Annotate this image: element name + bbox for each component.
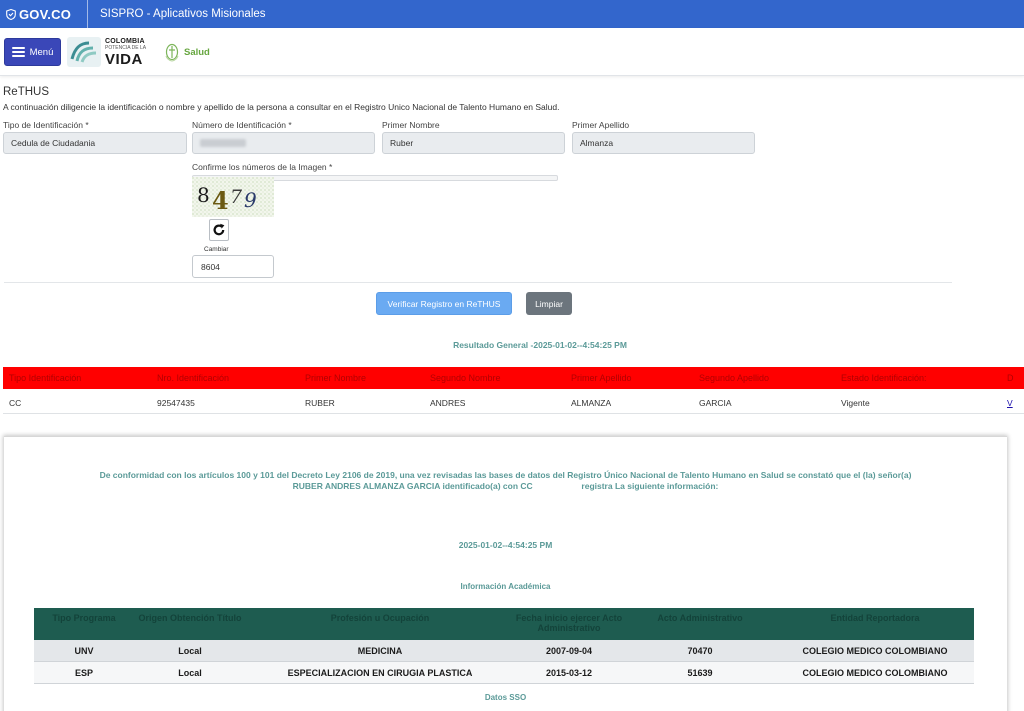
certificate-line-2: RUBER ANDRES ALMANZA GARCIA identificado… — [4, 481, 1007, 492]
primer-nombre-label: Primer Nombre — [382, 120, 440, 130]
cell-primer-nombre: RUBER — [305, 398, 335, 408]
colombia-potencia-logo: COLOMBIA POTENCIA DE LA VIDA — [67, 36, 157, 68]
colombia-logo-mark-icon — [67, 37, 101, 67]
header-detalle: D — [1007, 373, 1014, 383]
cambiar-label[interactable]: Cambiar — [204, 246, 229, 253]
salud-crest-icon — [165, 43, 179, 62]
result-table-header: Tipo Identificación Nro. Identificación … — [3, 367, 1024, 389]
redacted-number — [200, 139, 246, 147]
cell-acto: 70470 — [687, 646, 713, 656]
cell-entidad: COLEGIO MEDICO COLOMBIANO — [802, 668, 948, 678]
header-primer-nombre: Primer Nombre — [305, 373, 367, 383]
header-tipo-programa: Tipo Programa — [52, 613, 116, 623]
header-nro-identificacion: Nro. Identificación — [157, 373, 230, 383]
certificate-line-2a: RUBER ANDRES ALMANZA GARCIA identificado… — [292, 481, 533, 491]
app-title: SISPRO - Aplicativos Misionales — [100, 8, 266, 20]
captcha-digit-4: 9 — [244, 188, 257, 212]
academic-table-header: Tipo Programa Origen Obtención Título Pr… — [34, 608, 974, 640]
salud-label: Salud — [184, 46, 210, 58]
cell-segundo-apellido: GARCIA — [699, 398, 732, 408]
cell-tipo: CC — [9, 398, 22, 408]
gov-top-bar: GOV.CO SISPRO - Aplicativos Misionales — [0, 0, 1024, 28]
captcha-input-value: 8604 — [201, 261, 220, 272]
certificate-line-1: De conformidad con los artículos 100 y 1… — [99, 470, 912, 480]
cell-origen: Local — [178, 668, 202, 678]
gov-shield-icon — [6, 8, 16, 20]
header-primer-apellido: Primer Apellido — [571, 373, 632, 383]
certificate-panel: De conformidad con los artículos 100 y 1… — [4, 436, 1007, 711]
cell-tipo-programa: ESP — [74, 668, 93, 678]
logo-line-3: VIDA — [105, 50, 143, 68]
clear-button[interactable]: Limpiar — [526, 292, 572, 315]
numero-identificacion-label: Número de Identificación * — [192, 120, 292, 130]
cell-primer-apellido: ALMANZA — [571, 398, 612, 408]
cell-detalle-link[interactable]: V — [1007, 398, 1013, 408]
tipo-identificacion-value: Cedula de Ciudadania — [11, 138, 96, 148]
cell-segundo-nombre: ANDRES — [430, 398, 466, 408]
captcha-refresh-button[interactable] — [209, 219, 229, 241]
captcha-label: Confirme los números de la Imagen * — [192, 162, 333, 172]
cell-tipo-programa: UNV — [74, 646, 94, 656]
certificate-date: 2025-01-02--4:54:25 PM — [458, 540, 553, 550]
primer-apellido-label: Primer Apellido — [572, 120, 630, 130]
cell-nro: 92547435 — [157, 398, 195, 408]
captcha-digit-1: 8 — [197, 183, 210, 207]
cell-origen: Local — [178, 646, 202, 656]
captcha-digit-3: 7 — [230, 186, 243, 208]
menu-button[interactable]: Menú — [4, 38, 61, 66]
table-row: CC 92547435 RUBER ANDRES ALMANZA GARCIA … — [3, 390, 1024, 414]
refresh-icon — [213, 223, 225, 236]
cell-fecha: 2015-03-12 — [545, 668, 593, 678]
numero-identificacion-input[interactable] — [192, 132, 375, 154]
logo-line-1: COLOMBIA — [105, 37, 145, 45]
tipo-identificacion-select[interactable]: Cedula de Ciudadania — [3, 132, 187, 154]
hamburger-icon — [11, 47, 25, 57]
primer-apellido-input[interactable]: Almanza — [572, 132, 755, 154]
tipo-identificacion-label: Tipo de Identificación * — [3, 120, 89, 130]
header-entidad-reportadora: Entidad Reportadora — [830, 613, 920, 623]
cell-profesion: ESPECIALIZACION EN CIRUGIA PLASTICA — [287, 668, 473, 678]
gov-co-logo[interactable]: GOV.CO — [0, 0, 88, 28]
form-divider — [4, 282, 952, 283]
menu-label: Menú — [29, 46, 54, 58]
header-fecha-inicio: Fecha inicio ejercer Acto Administrativo — [515, 613, 623, 633]
datos-sso-title: Datos SSO — [484, 693, 527, 702]
page-description: A continuación diligencie la identificac… — [3, 102, 560, 112]
table-row: UNV Local MEDICINA 2007-09-04 70470 COLE… — [34, 640, 974, 662]
cell-estado: Vigente — [841, 398, 870, 408]
primer-apellido-value: Almanza — [580, 138, 614, 148]
salud-logo: Salud — [164, 40, 210, 64]
page-title: ReTHUS — [3, 86, 50, 98]
header-segundo-apellido: Segundo Apellido — [699, 373, 770, 383]
logo-line-2: POTENCIA DE LA — [105, 44, 147, 51]
cell-entidad: COLEGIO MEDICO COLOMBIANO — [802, 646, 948, 656]
gov-label: GOV.CO — [19, 6, 72, 22]
captcha-input[interactable]: 8604 — [192, 255, 274, 278]
result-general-title: Resultado General -2025-01-02--4:54:25 P… — [453, 340, 627, 350]
academic-info-title: Información Académica — [460, 582, 551, 591]
header-profesion: Profesión u Ocupación — [330, 613, 430, 623]
cell-acto: 51639 — [687, 668, 713, 678]
header-estado-identificacion: Estado Identificación: — [841, 373, 927, 383]
certificate-text: De conformidad con los artículos 100 y 1… — [4, 470, 1007, 492]
header-tipo-identificacion: Tipo Identificación — [9, 373, 82, 383]
captcha-image: 8 4 7 9 — [192, 177, 274, 217]
header-acto-administrativo: Acto Administrativo — [657, 613, 743, 623]
main-navbar: Menú COLOMBIA POTENCIA DE LA VIDA Salud — [0, 28, 1024, 76]
header-segundo-nombre: Segundo Nombre — [430, 373, 501, 383]
captcha-digit-2: 4 — [212, 186, 229, 215]
primer-nombre-value: Ruber — [390, 138, 414, 148]
certificate-line-2b: registra La siguiente información: — [581, 481, 719, 491]
table-row: ESP Local ESPECIALIZACION EN CIRUGIA PLA… — [34, 662, 974, 684]
verify-rethus-button[interactable]: Verificar Registro en ReTHUS — [376, 292, 512, 315]
cell-fecha: 2007-09-04 — [545, 646, 593, 656]
primer-nombre-input[interactable]: Ruber — [382, 132, 565, 154]
header-origen-titulo: Origen Obtención Título — [138, 613, 242, 623]
cell-profesion: MEDICINA — [357, 646, 403, 656]
